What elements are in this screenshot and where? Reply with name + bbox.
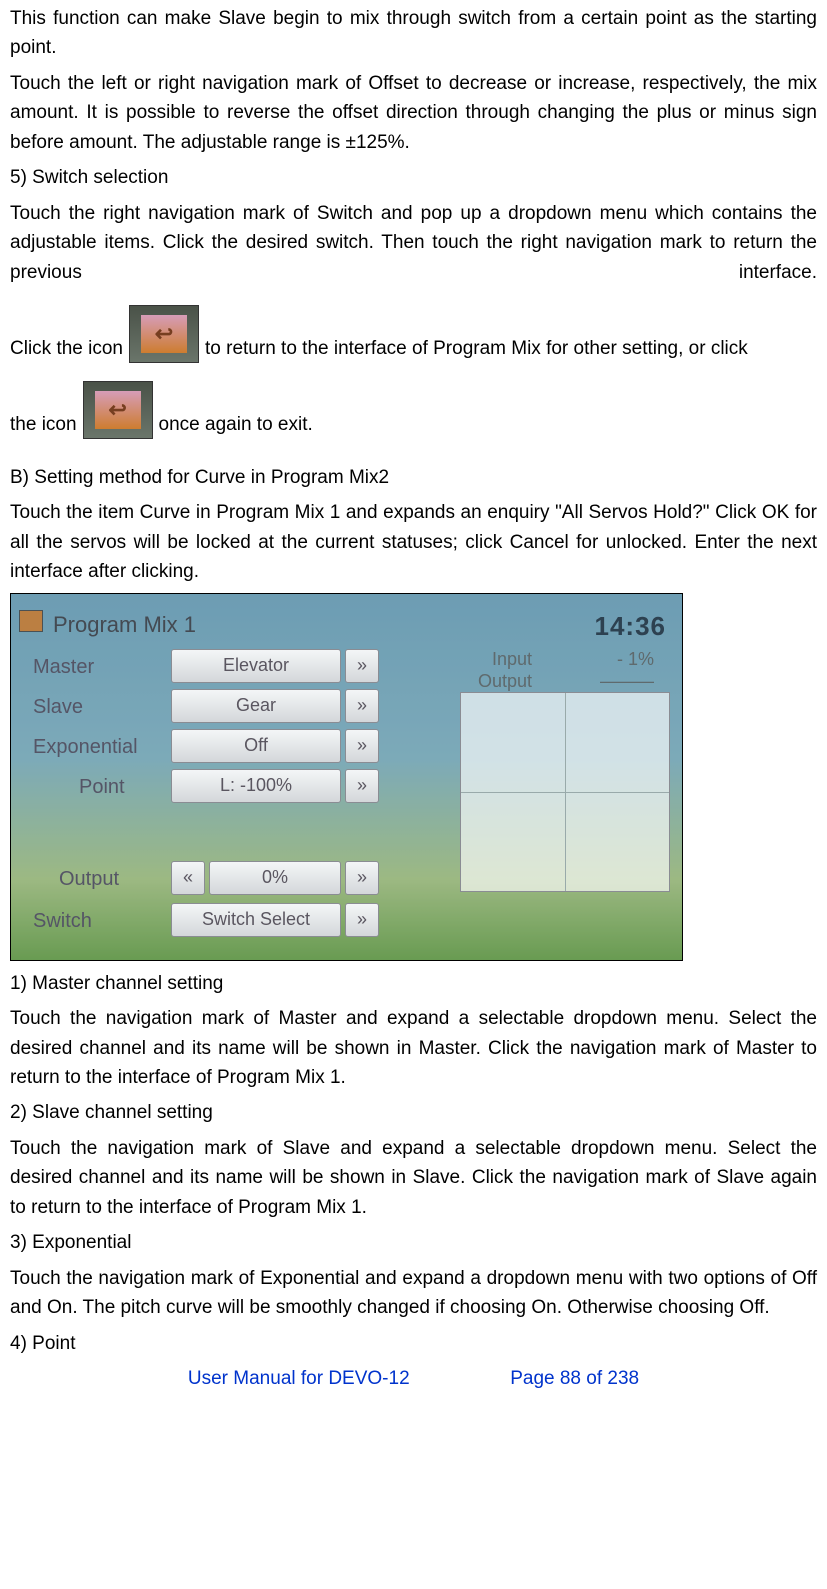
label-exponential: Exponential — [33, 732, 138, 763]
list-heading-1: 1) Master channel setting — [10, 969, 817, 998]
label-switch: Switch — [33, 906, 92, 937]
nav-next-icon[interactable]: » — [345, 769, 379, 803]
clock: 14:36 — [595, 606, 667, 646]
body-paragraph: This function can make Slave begin to mi… — [10, 4, 817, 63]
list-heading-2: 2) Slave channel setting — [10, 1098, 817, 1127]
body-paragraph: Touch the navigation mark of Slave and e… — [10, 1134, 817, 1222]
label-slave: Slave — [33, 692, 83, 723]
label-master: Master — [33, 652, 94, 683]
label-point: Point — [79, 772, 125, 803]
field-slave[interactable]: Gear — [171, 689, 341, 723]
curve-graph — [460, 692, 670, 892]
label-output: Output — [59, 864, 119, 895]
body-paragraph: Touch the left or right navigation mark … — [10, 69, 817, 157]
list-heading-3: 3) Exponential — [10, 1228, 817, 1257]
icon-sentence-1: Click the icon ↩ to return to the interf… — [10, 305, 817, 363]
body-paragraph: Touch the navigation mark of Master and … — [10, 1004, 817, 1092]
text-fragment: the icon — [10, 410, 77, 439]
field-output[interactable]: 0% — [209, 861, 341, 895]
footer-manual-title: User Manual for DEVO-12 — [188, 1368, 410, 1389]
device-screenshot: Program Mix 1 14:36 Master Slave Exponen… — [10, 593, 683, 961]
nav-prev-icon[interactable]: « — [171, 861, 205, 895]
body-paragraph: Touch the right navigation mark of Switc… — [10, 199, 817, 287]
text-fragment: Click the icon — [10, 334, 123, 363]
nav-next-icon[interactable]: » — [345, 903, 379, 937]
list-heading-4: 4) Point — [10, 1329, 817, 1358]
page-footer: User Manual for DEVO-12 Page 88 of 238 — [10, 1364, 817, 1393]
text-fragment: once again to exit. — [159, 410, 313, 439]
body-paragraph: Touch the item Curve in Program Mix 1 an… — [10, 498, 817, 586]
icon-sentence-2: the icon ↩ once again to exit. — [10, 381, 817, 439]
back-icon: ↩ — [83, 381, 153, 439]
nav-next-icon[interactable]: » — [345, 649, 379, 683]
nav-next-icon[interactable]: » — [345, 689, 379, 723]
back-icon: ↩ — [129, 305, 199, 363]
body-paragraph: Touch the navigation mark of Exponential… — [10, 1264, 817, 1323]
back-icon[interactable] — [19, 610, 43, 632]
list-heading-5: 5) Switch selection — [10, 163, 817, 192]
nav-next-icon[interactable]: » — [345, 729, 379, 763]
text-fragment: to return to the interface of Program Mi… — [205, 334, 748, 363]
field-exponential[interactable]: Off — [171, 729, 341, 763]
footer-page-number: Page 88 of 238 — [510, 1368, 639, 1389]
field-switch[interactable]: Switch Select — [171, 903, 341, 937]
field-point[interactable]: L: -100% — [171, 769, 341, 803]
section-heading-b: B) Setting method for Curve in Program M… — [10, 463, 817, 492]
nav-next-icon[interactable]: » — [345, 861, 379, 895]
document-page: This function can make Slave begin to mi… — [0, 0, 827, 1399]
screen-title: Program Mix 1 — [53, 608, 196, 642]
field-master[interactable]: Elevator — [171, 649, 341, 683]
